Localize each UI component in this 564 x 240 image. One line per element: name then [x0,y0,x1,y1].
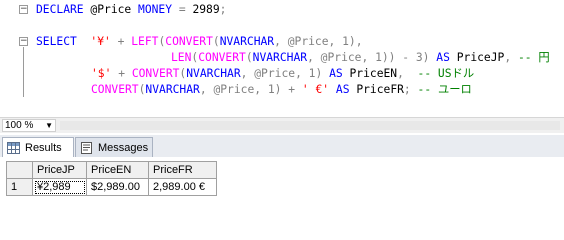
function-name: CONVERT [91,83,139,96]
horizontal-scrollbar[interactable] [60,121,560,130]
keyword: MONEY [138,3,173,16]
results-grid: PriceJP PriceEN PriceFR 1 ¥2,989 $2,989.… [0,157,564,205]
keyword: NVARCHAR [145,83,200,96]
operator: + [110,35,132,48]
header-row: PriceJP PriceEN PriceFR [6,161,217,179]
zoom-value: 100 % [5,120,34,131]
operator: + [281,83,302,96]
row-number[interactable]: 1 [6,178,33,196]
fold-collapse-icon[interactable]: − [19,5,28,14]
code-text: , @Price, 1) [240,67,323,80]
identifier: PriceEN [349,67,398,80]
operator: + [111,67,132,80]
query-editor[interactable]: − − DECLARE @Price MONEY = 2989; SELECT … [0,0,564,117]
code-text: , @Price, 1) [199,83,282,96]
code-line-5: '$' + CONVERT(NVARCHAR, @Price, 1) AS Pr… [91,66,474,82]
function-name: LEN [171,51,192,64]
keyword: NVARCHAR [252,51,308,64]
function-name: LEFT [131,35,159,48]
code-text: , [397,67,404,80]
tab-results[interactable]: Results [2,137,74,158]
terminator: ; [219,3,227,16]
string-literal: ' €' [301,83,330,96]
fold-collapse-icon[interactable]: − [19,37,28,46]
terminator: ; [403,83,411,96]
comment: -- 円 [511,51,550,64]
number-literal: 2989 [192,3,220,16]
paren: ( [245,51,253,64]
string-literal: '$' [91,67,112,80]
operator: = [172,3,193,16]
table-cell[interactable]: $2,989.00 [86,178,149,196]
code-line-6: CONVERT(NVARCHAR, @Price, 1) + ' €' AS P… [91,82,472,98]
keyword: NVARCHAR [186,67,241,80]
keyword: AS [322,67,350,80]
keyword: AS [329,83,357,96]
column-header[interactable]: PriceEN [86,161,149,179]
column-header[interactable]: PriceFR [148,161,217,179]
string-literal: '¥' [90,35,111,48]
column-header[interactable]: PriceJP [32,161,87,179]
fold-guide-line [23,47,24,97]
code-text: , @Price, 1)) - 3) [307,51,430,64]
code-line-4: LEN(CONVERT(NVARCHAR, @Price, 1)) - 3) A… [171,50,550,66]
tab-results-label: Results [25,142,62,154]
chevron-down-icon: ▼ [45,121,53,130]
tab-messages[interactable]: Messages [75,137,153,157]
keyword: AS [429,51,457,64]
results-tab-bar: Results Messages [0,135,564,158]
keyword: SELECT [36,35,77,48]
comment: -- USドル [403,67,475,80]
code-line-3: SELECT '¥' + LEFT(CONVERT(NVARCHAR, @Pri… [36,34,363,50]
code-line-1: DECLARE @Price MONEY = 2989; [36,2,226,18]
editor-status-bar: 100 % ▼ [0,117,564,133]
grid-corner[interactable] [6,161,33,179]
identifier: PriceFR [356,83,404,96]
keyword: DECLARE [36,3,84,16]
grid-icon [7,142,20,154]
messages-icon [80,141,93,154]
table-cell[interactable]: ¥2,989 [32,178,87,196]
identifier: PriceJP [456,51,505,64]
editor-gutter [0,0,18,117]
keyword: NVARCHAR [219,35,275,48]
tab-messages-label: Messages [98,141,149,154]
function-name: CONVERT [198,51,246,64]
identifier: @Price [83,3,139,16]
zoom-dropdown[interactable]: 100 % ▼ [2,119,56,132]
function-name: CONVERT [131,67,180,80]
table-cell[interactable]: 2,989.00 € [148,178,217,196]
results-table: PriceJP PriceEN PriceFR 1 ¥2,989 $2,989.… [6,161,217,196]
function-name: CONVERT [165,35,213,48]
code-text: , @Price, 1), [274,35,363,48]
table-row: 1 ¥2,989 $2,989.00 2,989.00 € [6,178,217,196]
paren: ( [212,35,220,48]
comment: -- ユーロ [410,83,472,96]
